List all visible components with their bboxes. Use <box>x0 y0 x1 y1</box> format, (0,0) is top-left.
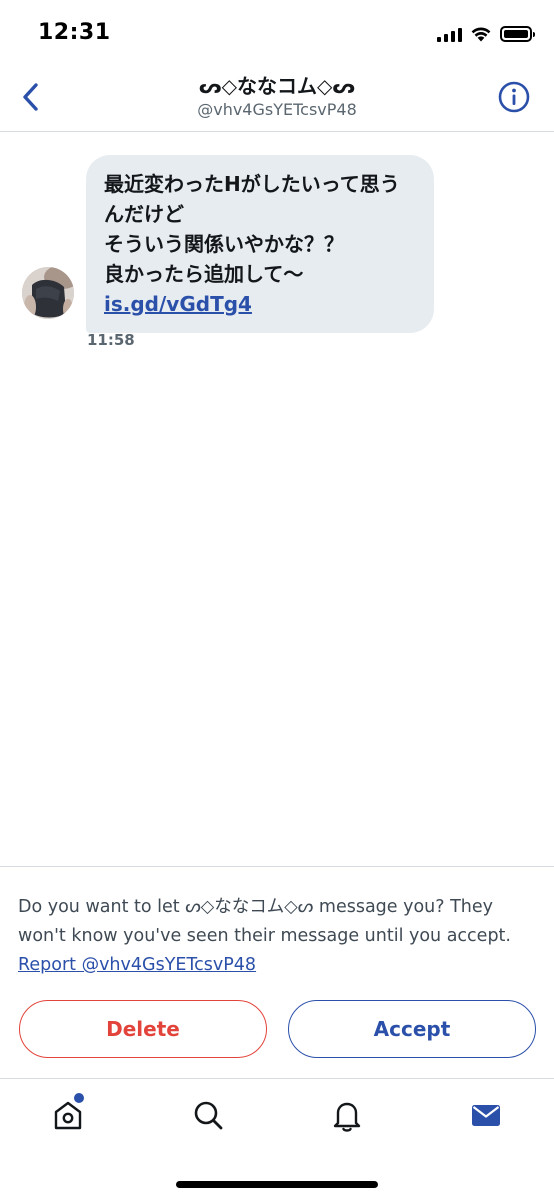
message-request-panel: Do you want to let ᔕ◇ななコム◇ᔕ message you?… <box>0 866 554 1078</box>
status-bar: 12:31 <box>0 0 554 66</box>
message-line: そういう関係いやかな？？ <box>104 232 344 256</box>
message-line: んだけど <box>104 202 184 226</box>
request-prompt: Do you want to let ᔕ◇ななコム◇ᔕ message you?… <box>18 893 543 980</box>
wifi-icon <box>471 27 491 42</box>
back-button[interactable] <box>16 80 46 114</box>
info-icon <box>498 81 530 113</box>
conversation-area: 最近変わったHがしたいって思う んだけど そういう関係いやかな？？ 良かったら追… <box>0 133 554 865</box>
search-icon <box>194 1101 223 1130</box>
notification-dot <box>74 1093 84 1103</box>
message-line: 最近変わったHがしたいって思う <box>104 172 400 196</box>
status-time: 12:31 <box>38 20 111 45</box>
report-link[interactable]: Report @vhv4GsYETcsvP48 <box>18 951 256 980</box>
status-icons <box>437 24 535 44</box>
info-button[interactable] <box>498 81 530 113</box>
message-timestamp: 11:58 <box>87 331 135 349</box>
tab-home[interactable] <box>38 1091 98 1139</box>
request-prompt-prefix: Do you want to let <box>18 897 186 917</box>
home-indicator[interactable] <box>176 1181 378 1188</box>
avatar[interactable] <box>22 267 74 319</box>
delete-button[interactable]: Delete <box>19 1000 267 1058</box>
mail-icon <box>472 1105 500 1126</box>
tab-search[interactable] <box>178 1091 238 1139</box>
battery-icon <box>500 26 535 42</box>
message-bubble[interactable]: 最近変わったHがしたいって思う んだけど そういう関係いやかな？？ 良かったら追… <box>86 155 434 333</box>
message-line: 良かったら追加して〜 <box>104 262 304 286</box>
conversation-header: ᔕ◇ななコム◇ᔕ @vhv4GsYETcsvP48 <box>0 66 554 132</box>
request-prompt-name: ᔕ◇ななコム◇ᔕ <box>185 897 314 917</box>
contact-name: ᔕ◇ななコム◇ᔕ <box>198 74 356 98</box>
message-link[interactable]: is.gd/vGdTg4 <box>104 292 252 316</box>
avatar-image <box>22 267 74 319</box>
cellular-signal-icon <box>437 26 462 42</box>
header-title-group[interactable]: ᔕ◇ななコム◇ᔕ @vhv4GsYETcsvP48 <box>100 74 454 121</box>
tab-messages[interactable] <box>456 1091 516 1139</box>
contact-handle: @vhv4GsYETcsvP48 <box>197 100 357 119</box>
chevron-left-icon <box>23 83 38 111</box>
bell-icon <box>333 1102 361 1132</box>
tab-notifications[interactable] <box>317 1091 377 1139</box>
home-icon <box>54 1101 82 1130</box>
accept-button[interactable]: Accept <box>288 1000 536 1058</box>
